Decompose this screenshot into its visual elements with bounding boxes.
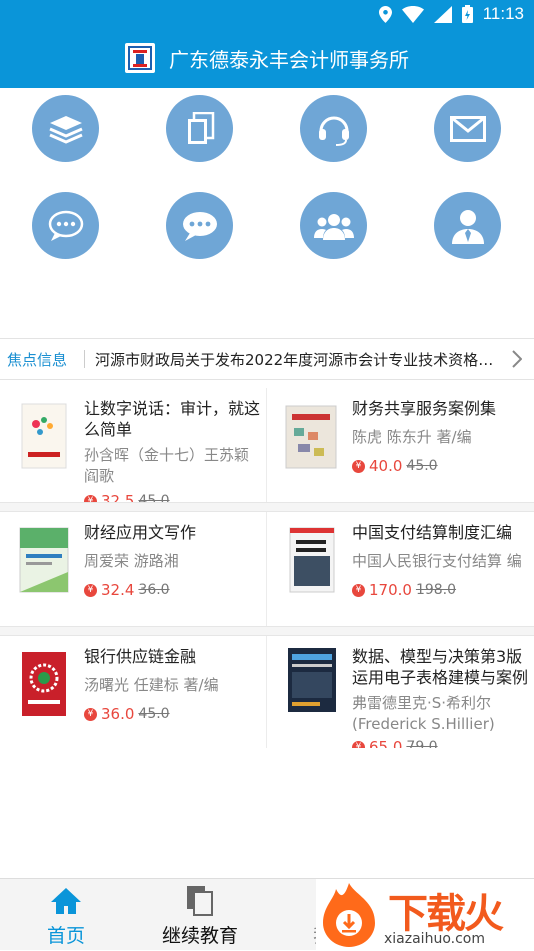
book-author: 弗雷德里克·S·希利尔(Frederick S.Hillier) (352, 694, 495, 733)
status-bar: 11:13 (0, 0, 534, 28)
book-card-3[interactable]: 财经应用文写作 周爱荣 游路湘 ¥ 32.4 36.0 (0, 512, 266, 626)
nav-education-label: 继续教育 (161, 925, 238, 947)
book-card-4[interactable]: 中国支付结算制度汇编 中国人民银行支付结算 编 ¥ 170.0 198.0 (268, 512, 534, 626)
battery-icon (461, 5, 473, 23)
book-price: 32.5 (101, 492, 135, 502)
book-title: 财经应用文写作 (84, 523, 197, 542)
user-button[interactable] (434, 192, 501, 259)
wifi-icon (401, 5, 424, 23)
flame-logo-icon (323, 883, 375, 947)
function-grid (0, 88, 534, 338)
firm-logo (125, 43, 155, 73)
group-icon (313, 213, 354, 240)
column-divider (266, 636, 267, 748)
book-title: 中国支付结算制度汇编 (352, 523, 513, 542)
status-icons: 11:13 (378, 3, 524, 25)
home-icon (51, 888, 81, 914)
yen-icon: ¥ (352, 459, 365, 473)
row-divider (0, 502, 534, 512)
price-row: ¥ 40.0 45.0 (352, 457, 438, 475)
book-author: 中国人民银行支付结算 编 (352, 552, 522, 570)
nav-education[interactable]: 继续教育 (140, 879, 260, 951)
bottom-nav: 首页 继续教育 我的 下载火 xiazaihuo.com (0, 878, 534, 951)
nav-home[interactable]: 首页 (6, 879, 126, 951)
headset-icon (318, 116, 349, 146)
signal-icon (433, 5, 452, 23)
logo-mark-icon (128, 46, 152, 70)
page-title: 广东德泰永丰会计师事务所 (169, 47, 409, 72)
group-button[interactable] (300, 192, 367, 259)
column-divider (266, 512, 267, 626)
news-headline[interactable]: 河源市财政局关于发布2022年度河源市会计专业技术资格考试成绩合格人员名单 (95, 349, 495, 370)
book-title: 财务共享服务案例集 (352, 399, 497, 418)
status-time: 11:13 (482, 4, 524, 23)
stack-button[interactable] (32, 95, 99, 162)
copy-icon (187, 111, 214, 144)
book-cover-5 (22, 652, 66, 716)
book-author: 周爱荣 游路湘 (84, 552, 179, 570)
book-cover-3 (19, 527, 69, 593)
message-button[interactable] (166, 192, 233, 259)
stack-icon (48, 115, 83, 144)
book-old-price: 36.0 (138, 582, 170, 598)
message-icon (182, 211, 217, 241)
book-old-price: 45.0 (138, 706, 170, 722)
app-bar: 广东德泰永丰会计师事务所 (0, 28, 534, 88)
book-card-5[interactable]: 银行供应链金融 汤曙光 任建标 著/编 ¥ 36.0 45.0 (0, 636, 266, 750)
price-row: ¥ 32.4 36.0 (84, 581, 170, 599)
service-button[interactable] (300, 95, 367, 162)
book-title: 数据、模型与决策第3版 运用电子表格建模与案例研究方法 (352, 647, 528, 687)
book-old-price: 45.0 (406, 458, 438, 474)
news-ticker[interactable]: 焦点信息 河源市财政局关于发布2022年度河源市会计专业技术资格考试成绩合格人员… (0, 338, 534, 380)
copy-icon (187, 886, 213, 916)
nav-home-label: 首页 (46, 925, 85, 947)
news-label: 焦点信息 (7, 350, 68, 369)
price-row: ¥ 32.5 45.0 (84, 492, 170, 502)
book-old-price: 198.0 (415, 582, 457, 598)
book-price: 65.0 (369, 738, 403, 748)
location-icon (378, 5, 392, 23)
news-divider (84, 350, 85, 368)
book-cover-2 (285, 405, 337, 469)
book-price: 40.0 (369, 457, 403, 475)
book-price: 36.0 (101, 705, 135, 723)
discussion-button[interactable] (32, 192, 99, 259)
book-cover-1 (21, 403, 67, 469)
yen-icon: ¥ (352, 583, 365, 597)
price-row: ¥ 65.0 79.0 (352, 738, 438, 748)
row-divider (0, 626, 534, 636)
book-cover-6 (288, 648, 336, 712)
book-old-price: 45.0 (138, 493, 170, 502)
column-divider (266, 388, 267, 502)
yen-icon: ¥ (84, 583, 97, 597)
mail-icon (449, 115, 486, 142)
book-old-price: 79.0 (406, 739, 438, 748)
book-card-6[interactable]: 数据、模型与决策第3版 运用电子表格建模与案例研究方法 弗雷德里克·S·希利尔(… (268, 636, 534, 748)
watermark-url: xiazaihuo.com (384, 931, 485, 947)
book-title: 银行供应链金融 (84, 647, 197, 666)
watermark: 下载火 xiazaihuo.com (316, 879, 534, 951)
book-author: 汤曙光 任建标 著/编 (84, 676, 219, 694)
yen-icon: ¥ (84, 707, 97, 721)
book-card-2[interactable]: 财务共享服务案例集 陈虎 陈东升 著/编 ¥ 40.0 45.0 (268, 388, 534, 502)
price-row: ¥ 36.0 45.0 (84, 705, 170, 723)
price-row: ¥ 170.0 198.0 (352, 581, 456, 599)
book-cover-4 (289, 527, 335, 593)
yen-icon: ¥ (84, 494, 97, 502)
chat-bubble-icon (48, 210, 83, 241)
book-author: 陈虎 陈东升 著/编 (352, 428, 472, 446)
yen-icon: ¥ (352, 740, 365, 748)
book-author: 孙含晖（金十七）王苏颖 阎歌 (84, 446, 250, 485)
user-icon (451, 209, 484, 244)
mail-button[interactable] (434, 95, 501, 162)
book-price: 170.0 (369, 581, 412, 599)
copy-button[interactable] (166, 95, 233, 162)
book-price: 32.4 (101, 581, 135, 599)
book-title: 让数字说话：审计，就这么简单 (84, 399, 261, 439)
chevron-right-icon[interactable] (512, 350, 522, 368)
book-card-1[interactable]: 让数字说话：审计，就这么简单 孙含晖（金十七）王苏颖 阎歌 ¥ 32.5 45.… (0, 388, 266, 502)
